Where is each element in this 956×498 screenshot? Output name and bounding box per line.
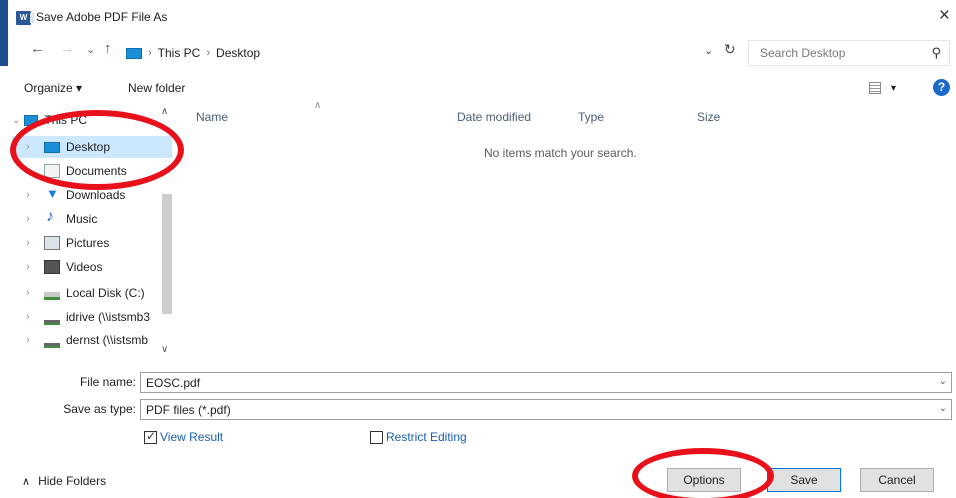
collapse-up-icon: ∧: [22, 475, 31, 488]
file-name-label: File name:: [79, 375, 136, 389]
breadcrumb-separator: ›: [148, 47, 152, 59]
forward-arrow-icon[interactable]: →: [60, 40, 75, 57]
collapsed-chevron-icon: ›: [26, 237, 30, 249]
view-dropdown-icon[interactable]: ▾: [891, 83, 896, 94]
column-size[interactable]: Size: [697, 110, 720, 124]
search-icon[interactable]: ⚲: [931, 45, 941, 61]
tree-item-label: Downloads: [66, 188, 126, 202]
tree-item-label: Videos: [66, 260, 103, 274]
restrict-editing-label: Restrict Editing: [386, 430, 467, 444]
tree-item-label: dernst (\\istsmb: [66, 333, 149, 347]
search-input[interactable]: Search Desktop ⚲: [748, 40, 950, 66]
tree-item-label: Pictures: [66, 236, 110, 250]
tree-root-label: This PC: [44, 113, 88, 127]
refresh-icon[interactable]: ↻: [724, 41, 736, 58]
tree-item-label: Desktop: [66, 140, 111, 154]
documents-icon: [44, 164, 60, 178]
search-placeholder: Search Desktop: [760, 46, 846, 60]
file-name-dropdown-icon[interactable]: ⌄: [939, 376, 947, 387]
breadcrumb-desktop[interactable]: Desktop: [216, 46, 260, 60]
organize-menu[interactable]: Organize ▾: [24, 81, 82, 95]
checkbox-checked-icon: [144, 429, 157, 444]
tree-item-downloads[interactable]: › Downloads: [12, 184, 172, 206]
tree-item-label: Local Disk (C:): [66, 286, 145, 300]
recent-locations-icon[interactable]: ⌄: [86, 43, 95, 56]
tree-item-idrive[interactable]: › idrive (\\istsmb3: [12, 306, 172, 328]
tree-item-music[interactable]: › Music: [12, 208, 172, 230]
network-drive-icon: [44, 319, 60, 325]
file-name-value: EOSC.pdf: [146, 375, 201, 390]
pictures-icon: [44, 236, 60, 250]
column-date-modified[interactable]: Date modified: [457, 110, 531, 124]
address-bar[interactable]: › This PC › Desktop: [122, 41, 744, 65]
view-result-checkbox[interactable]: View Result: [144, 429, 224, 444]
this-pc-icon: [126, 47, 142, 59]
hide-folders-label: Hide Folders: [38, 474, 107, 488]
tree-item-label: idrive (\\istsmb3: [66, 310, 151, 324]
tree-item-documents[interactable]: › Documents: [12, 160, 172, 182]
collapsed-chevron-icon: ›: [26, 141, 30, 153]
collapsed-chevron-icon: ›: [26, 261, 30, 273]
local-disk-icon: [44, 292, 60, 300]
tree-item-label: Documents: [66, 164, 127, 178]
tree-item-pictures[interactable]: › Pictures: [12, 232, 172, 254]
collapsed-chevron-icon: ›: [26, 287, 30, 299]
view-result-label: View Result: [160, 430, 224, 444]
videos-icon: [44, 260, 60, 274]
desktop-icon: [44, 141, 60, 153]
back-arrow-icon[interactable]: ←: [30, 40, 45, 57]
tree-scroll-up-icon[interactable]: ∧: [161, 106, 168, 117]
music-icon: [44, 208, 60, 226]
downloads-icon: [44, 186, 60, 202]
window-title: Save Adobe PDF File As: [36, 10, 168, 24]
restrict-editing-checkbox[interactable]: Restrict Editing: [370, 430, 467, 444]
sort-caret-icon: ∧: [314, 100, 322, 111]
tree-item-dernst[interactable]: › dernst (\\istsmb: [12, 330, 172, 350]
word-icon: W: [16, 11, 34, 25]
breadcrumb-separator: ›: [206, 47, 211, 59]
collapsed-chevron-icon: ›: [26, 311, 30, 323]
column-type[interactable]: Type: [578, 110, 604, 124]
save-type-dropdown-icon[interactable]: ⌄: [939, 403, 947, 414]
collapsed-chevron-icon: ›: [26, 213, 30, 225]
new-folder-button[interactable]: New folder: [128, 81, 185, 95]
network-drive-icon: [44, 342, 60, 348]
save-type-select[interactable]: PDF files (*.pdf) ⌄: [140, 399, 952, 420]
column-name[interactable]: Name: [196, 110, 228, 124]
empty-results-message: No items match your search.: [484, 146, 637, 160]
up-arrow-icon[interactable]: ↑: [104, 40, 112, 57]
save-button[interactable]: Save: [767, 468, 841, 492]
tree-item-label: Music: [66, 212, 98, 226]
expanded-chevron-icon: ⌄: [12, 114, 21, 126]
tree-scroll-down-icon[interactable]: ∨: [161, 344, 168, 355]
collapsed-chevron-icon: ›: [26, 189, 30, 201]
cancel-button[interactable]: Cancel: [860, 468, 934, 492]
close-icon[interactable]: ×: [939, 5, 950, 27]
window-left-accent: [0, 0, 8, 66]
breadcrumb-this-pc[interactable]: This PC: [158, 46, 201, 60]
tree-item-videos[interactable]: › Videos: [12, 256, 172, 278]
this-pc-icon: [24, 114, 39, 126]
tree-item-desktop[interactable]: › Desktop: [12, 136, 172, 158]
options-button[interactable]: Options: [667, 468, 741, 492]
checkbox-unchecked-icon: [370, 430, 383, 444]
tree-scrollbar-thumb[interactable]: [162, 194, 172, 314]
hide-folders-button[interactable]: ∧ Hide Folders: [22, 474, 106, 488]
collapsed-chevron-icon: ›: [26, 334, 30, 346]
title-bar: W Save Adobe PDF File As ×: [10, 0, 956, 36]
tree-root-this-pc[interactable]: ⌄ This PC: [12, 113, 87, 127]
tree-item-local-disk[interactable]: › Local Disk (C:): [12, 282, 172, 304]
save-type-label: Save as type:: [63, 402, 136, 416]
address-dropdown-icon[interactable]: ⌄: [704, 44, 713, 57]
view-options-icon[interactable]: [869, 82, 881, 94]
help-icon[interactable]: ?: [933, 79, 950, 96]
file-name-field[interactable]: EOSC.pdf ⌄: [140, 372, 952, 393]
save-type-value: PDF files (*.pdf): [146, 402, 231, 417]
collapsed-chevron-icon: ›: [26, 165, 30, 177]
